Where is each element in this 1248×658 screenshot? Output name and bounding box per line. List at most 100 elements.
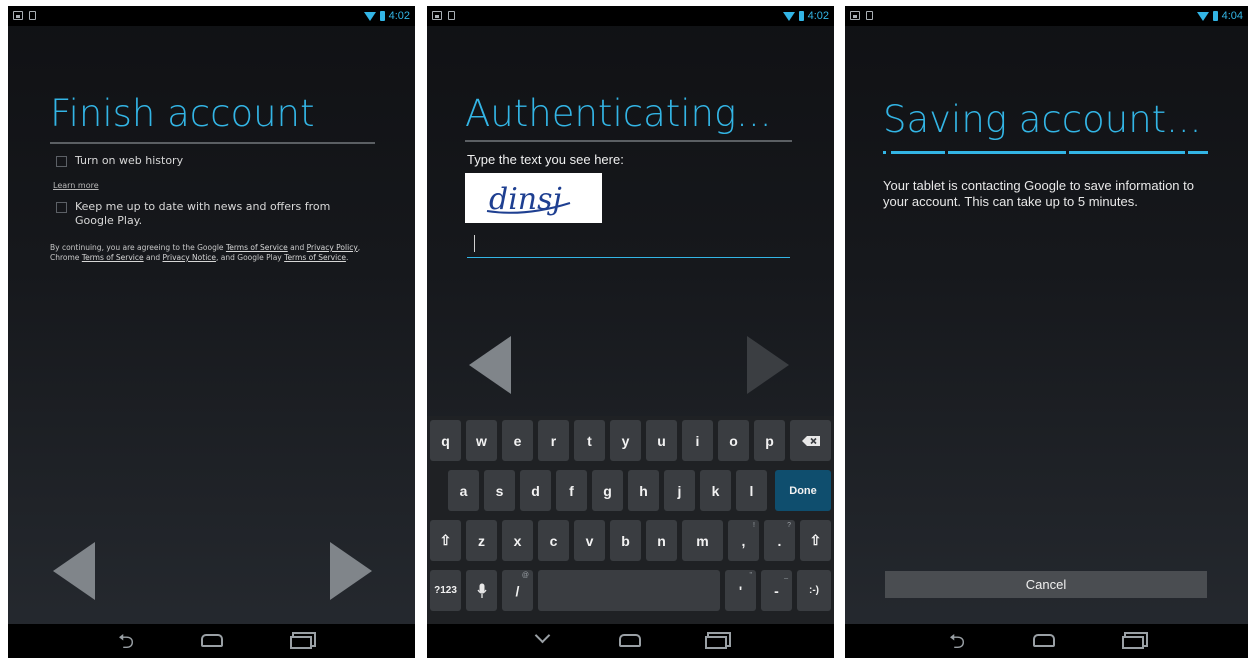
key-v[interactable]: v (574, 520, 605, 561)
web-history-option[interactable]: Turn on web history (56, 154, 376, 168)
recent-apps-icon[interactable] (290, 636, 312, 649)
key-period-hint: ? (787, 522, 791, 529)
web-history-checkbox[interactable] (56, 156, 67, 167)
key-period-label: . (777, 532, 782, 549)
key-a[interactable]: a (448, 470, 479, 511)
progress-segment (883, 151, 886, 154)
space-key[interactable] (538, 570, 720, 611)
key-k[interactable]: k (700, 470, 731, 511)
captcha-input[interactable] (467, 232, 790, 258)
previous-arrow-icon[interactable] (469, 336, 511, 394)
key-c[interactable]: c (538, 520, 569, 561)
key-r[interactable]: r (538, 420, 569, 461)
wifi-icon (1196, 11, 1209, 21)
key-p[interactable]: p (754, 420, 785, 461)
key-d[interactable]: d (520, 470, 551, 511)
home-icon[interactable] (201, 634, 223, 647)
done-key[interactable]: Done (775, 470, 831, 511)
soft-keyboard: q w e r t y u i o p a s d f g h j k l Do… (427, 416, 834, 624)
news-option[interactable]: Keep me up to date with news and offers … (56, 200, 356, 228)
key-slash[interactable]: / @ (502, 570, 533, 611)
key-slash-label: / (515, 582, 520, 599)
system-navigation-bar: ⮌ (8, 624, 415, 658)
key-h[interactable]: h (628, 470, 659, 511)
key-s[interactable]: s (484, 470, 515, 511)
learn-more-link[interactable]: Learn more (53, 181, 99, 190)
key-j[interactable]: j (664, 470, 695, 511)
key-dash[interactable]: - _ (761, 570, 792, 611)
key-l[interactable]: l (736, 470, 767, 511)
key-apostrophe[interactable]: ' " (725, 570, 756, 611)
smiley-key[interactable]: :-) (797, 570, 831, 611)
page-title: Finish account (50, 92, 315, 135)
gallery-notification-icon (850, 11, 860, 20)
title-divider (50, 142, 375, 144)
home-icon[interactable] (1033, 634, 1055, 647)
key-n[interactable]: n (646, 520, 677, 561)
key-o[interactable]: o (718, 420, 749, 461)
key-slash-hint: @ (521, 572, 529, 579)
wifi-icon (363, 11, 376, 21)
key-apostrophe-label: ' (738, 582, 743, 599)
progress-segment (1069, 151, 1185, 154)
backspace-key[interactable] (790, 420, 831, 461)
key-b[interactable]: b (610, 520, 641, 561)
back-arrow-icon[interactable]: ⮌ (949, 631, 965, 651)
recent-apps-icon[interactable] (1122, 636, 1144, 649)
key-z[interactable]: z (466, 520, 497, 561)
text-cursor (474, 235, 475, 252)
back-arrow-icon[interactable]: ⮌ (118, 631, 134, 651)
key-u[interactable]: u (646, 420, 677, 461)
saving-account-screen: 4:04 Saving account... Your tablet is co… (845, 6, 1248, 658)
status-clock: 4:04 (1221, 10, 1243, 22)
news-label: Keep me up to date with news and offers … (75, 200, 331, 227)
key-g[interactable]: g (592, 470, 623, 511)
tos-link-google[interactable]: Terms of Service (226, 243, 288, 252)
key-t[interactable]: t (574, 420, 605, 461)
battery-icon (798, 11, 804, 21)
key-m[interactable]: m (682, 520, 723, 561)
symbols-key[interactable]: ?123 (430, 570, 461, 611)
key-x[interactable]: x (502, 520, 533, 561)
key-comma[interactable]: , ! (728, 520, 759, 561)
next-arrow-icon[interactable] (330, 542, 372, 600)
device-notification-icon (866, 11, 873, 20)
next-arrow-icon (747, 336, 789, 394)
tos-link-chrome[interactable]: Terms of Service (82, 253, 144, 262)
shift-icon: ⇧ (439, 532, 452, 548)
finish-account-screen: 4:02 Finish account Turn on web history … (8, 6, 415, 658)
saving-message: Your tablet is contacting Google to save… (883, 178, 1194, 209)
captcha-image: dinsj (465, 173, 602, 223)
previous-arrow-icon[interactable] (53, 542, 95, 600)
status-clock: 4:02 (388, 10, 410, 22)
key-e[interactable]: e (502, 420, 533, 461)
privacy-notice-link[interactable]: Privacy Notice (163, 253, 217, 262)
microphone-icon (476, 583, 487, 598)
key-dash-label: - (774, 582, 779, 599)
key-comma-label: , (741, 532, 746, 549)
progress-segment (891, 151, 945, 154)
hide-keyboard-icon[interactable] (534, 627, 551, 644)
device-notification-icon (448, 11, 455, 20)
cancel-button[interactable]: Cancel (885, 571, 1207, 598)
home-icon[interactable] (619, 634, 641, 647)
key-f[interactable]: f (556, 470, 587, 511)
shift-key-left[interactable]: ⇧ (430, 520, 461, 561)
key-period[interactable]: . ? (764, 520, 795, 561)
key-y[interactable]: y (610, 420, 641, 461)
news-checkbox[interactable] (56, 202, 67, 213)
authenticating-screen: 4:02 Authenticating... Type the text you… (427, 6, 834, 658)
page-title: Saving account... (883, 98, 1202, 141)
key-w[interactable]: w (466, 420, 497, 461)
key-q[interactable]: q (430, 420, 461, 461)
mic-key[interactable] (466, 570, 497, 611)
key-i[interactable]: i (682, 420, 713, 461)
privacy-policy-link[interactable]: Privacy Policy (307, 243, 358, 252)
tos-link-play[interactable]: Terms of Service (284, 253, 346, 262)
key-comma-hint: ! (753, 522, 755, 529)
progress-segment (948, 151, 1066, 154)
recent-apps-icon[interactable] (705, 636, 727, 649)
shift-icon: ⇧ (809, 532, 822, 548)
status-bar: 4:02 (8, 6, 415, 26)
shift-key-right[interactable]: ⇧ (800, 520, 831, 561)
